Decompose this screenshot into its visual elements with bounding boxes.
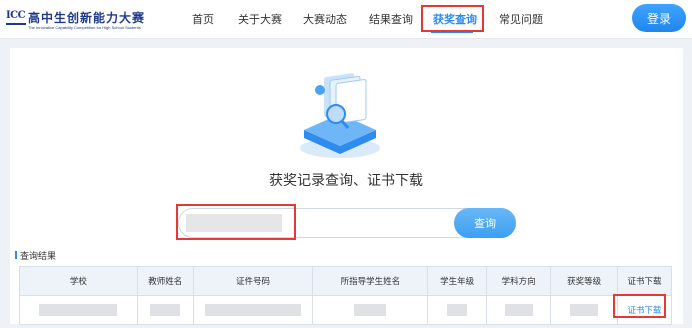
results-label: 查询结果 [14, 249, 56, 262]
results-table: 学校 教师姓名 证件号码 所指导学生姓名 学生年级 学科方向 获奖等级 证书下载… [19, 266, 672, 325]
col-award-level: 获奖等级 [550, 266, 619, 296]
nav-news[interactable]: 大赛动态 [303, 11, 347, 27]
page-title: 获奖记录查询、证书下载 [269, 173, 423, 189]
nav-highlight-box [421, 5, 484, 32]
logo-english-name: The Innovative Capability Competition fo… [28, 25, 141, 30]
col-id-number: 证件号码 [192, 266, 314, 296]
col-certificate: 证书下载 [617, 266, 672, 296]
cell-id-number [192, 295, 314, 325]
col-subject: 学科方向 [486, 266, 552, 296]
top-header: ICC 高中生创新能力大赛 The Innovative Capability … [0, 0, 692, 39]
search-button[interactable]: 查询 [454, 208, 516, 238]
col-teacher-name: 教师姓名 [136, 266, 194, 296]
login-button[interactable]: 登录 [632, 4, 686, 32]
col-student-name: 所指导学生姓名 [312, 266, 429, 296]
nav-results[interactable]: 结果查询 [369, 11, 413, 27]
nav-home[interactable]: 首页 [192, 11, 214, 27]
cell-grade [427, 295, 488, 325]
cell-subject [486, 295, 552, 325]
nav-about[interactable]: 关于大赛 [238, 11, 282, 27]
logo-mark: ICC [6, 10, 27, 25]
col-grade: 学生年级 [427, 266, 488, 296]
document-search-icon [300, 73, 380, 158]
table-row: 证书下载 [19, 295, 672, 325]
download-highlight-box [613, 294, 666, 318]
cell-award-level [550, 295, 619, 325]
logo-chinese-name: 高中生创新能力大赛 [28, 11, 146, 25]
col-school: 学校 [19, 266, 138, 296]
cell-teacher-name [136, 295, 194, 325]
cell-school [19, 295, 138, 325]
icc-logo[interactable]: ICC 高中生创新能力大赛 The Innovative Capability … [6, 10, 156, 32]
cell-student-name [312, 295, 429, 325]
search-highlight-box [176, 204, 296, 240]
nav-faq[interactable]: 常见问题 [499, 11, 543, 27]
